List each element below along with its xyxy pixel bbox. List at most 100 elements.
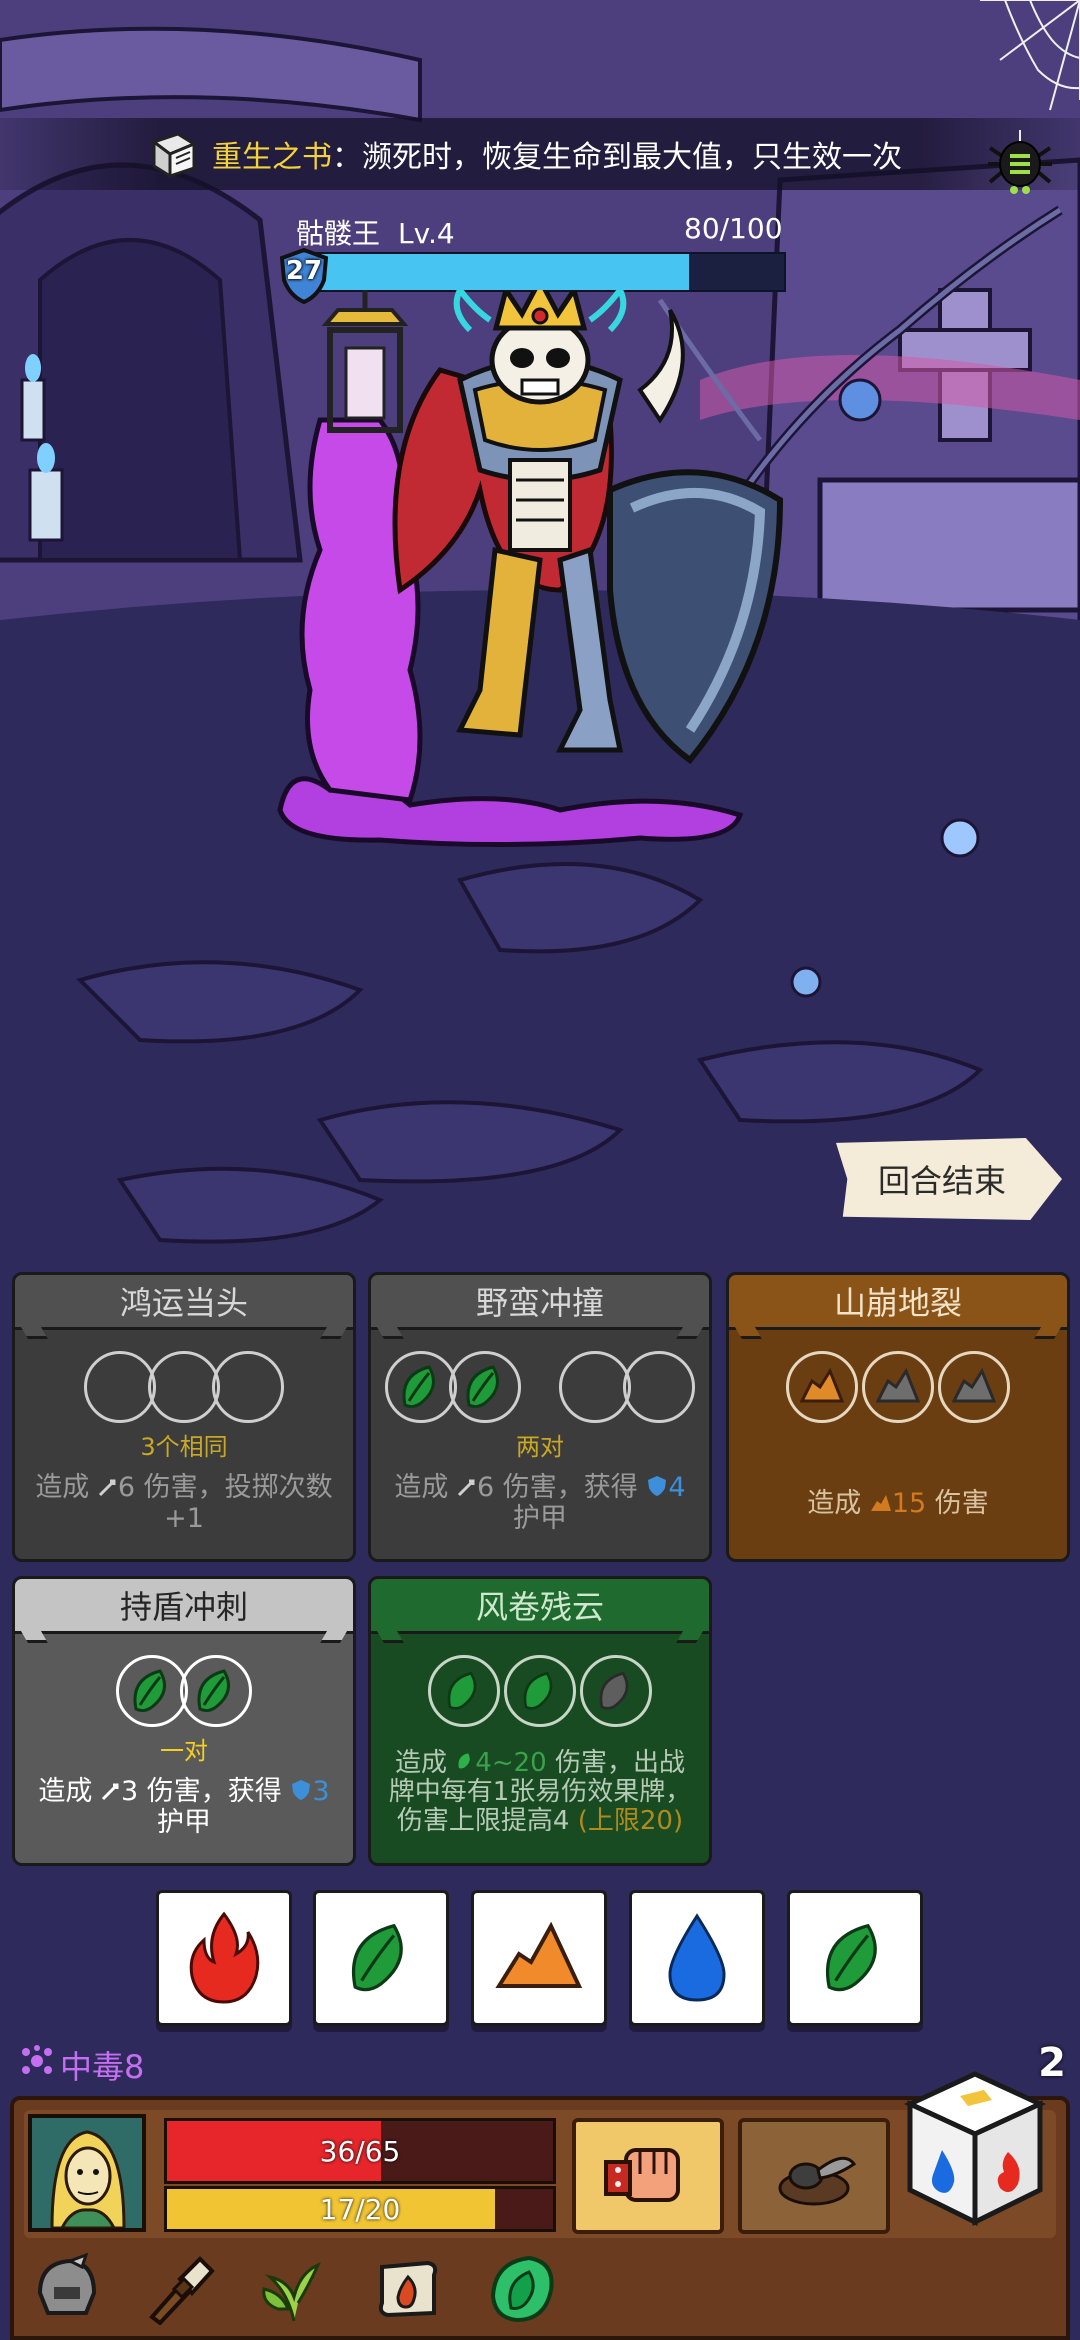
dice-slot[interactable] <box>559 1351 631 1423</box>
player-hp-text: 36/65 <box>319 2134 401 2168</box>
skill-card-landslide[interactable]: 山崩地裂 造成 15 伤害 <box>726 1272 1070 1562</box>
end-turn-button[interactable]: 回合结束 <box>836 1138 1062 1220</box>
herb-icon <box>262 2262 322 2322</box>
relic-inventory <box>14 2246 714 2332</box>
card-description: 造成 15 伤害 <box>741 1489 1055 1520</box>
card-condition: 3个相同 <box>140 1433 228 1461</box>
desc-text: 护甲 <box>513 1502 567 1534</box>
player-portrait[interactable] <box>28 2114 146 2232</box>
scarab-icon <box>778 2156 857 2206</box>
dice-slot[interactable] <box>212 1351 284 1423</box>
dice-slot-rock[interactable] <box>938 1351 1010 1423</box>
leaf-icon <box>455 1749 475 1778</box>
leaf-icon <box>133 1669 166 1713</box>
die-leaf[interactable] <box>787 1890 923 2026</box>
desc-damage: 3 <box>121 1776 139 1807</box>
rock-icon <box>800 1367 844 1403</box>
dice-slot-leaf[interactable] <box>428 1655 500 1727</box>
dice-slots <box>729 1351 1067 1423</box>
sword-icon <box>101 1778 121 1808</box>
desc-text: 伤害，获得 <box>494 1472 647 1503</box>
leaf-icon <box>197 1669 230 1713</box>
desc-text: 造成 <box>38 1776 102 1807</box>
die-rock[interactable] <box>471 1890 607 2026</box>
torch-icon <box>149 2256 215 2325</box>
leaf-icon <box>466 1365 499 1409</box>
leaf-icon <box>523 1671 553 1710</box>
card-title: 鸿运当头 <box>12 1272 356 1330</box>
card-description: 造成 6 伤害，投掷次数+1 <box>27 1473 341 1534</box>
dice-slot-filled[interactable] <box>116 1655 188 1727</box>
player-hp-bar: 36/65 <box>164 2118 556 2184</box>
skill-card-lucky[interactable]: 鸿运当头 3个相同 造成 6 伤害，投掷次数+1 <box>12 1272 356 1562</box>
dice-slot-leaf[interactable] <box>504 1655 576 1727</box>
leaf-orb-icon <box>490 2255 554 2323</box>
poison-icon <box>20 2044 54 2086</box>
enemy-hp-bar <box>308 252 786 292</box>
skill-card-charge[interactable]: 野蛮冲撞 两对 造成 6 伤害，获得 4 护甲 <box>368 1272 712 1562</box>
scroll-fire-icon <box>378 2260 438 2318</box>
dice-slots <box>15 1655 353 1727</box>
dice-slot-rock[interactable] <box>786 1351 858 1423</box>
card-title: 野蛮冲撞 <box>368 1272 712 1330</box>
rock-icon <box>495 1921 583 1988</box>
relic-banner[interactable]: 重生之书：濒死时，恢复生命到最大值，只生效一次 <box>0 118 1080 190</box>
desc-text: 护甲 <box>157 1806 211 1838</box>
dice-slots <box>371 1351 709 1423</box>
enemy-hp-fill <box>310 254 690 290</box>
desc-cap: (上限20) <box>577 1806 684 1836</box>
leaf-icon <box>599 1671 629 1710</box>
dice-slot-rock[interactable] <box>862 1351 934 1423</box>
card-title: 风卷残云 <box>368 1576 712 1634</box>
desc-text: 伤害 <box>926 1488 989 1519</box>
leaf-orb-relic[interactable] <box>480 2246 564 2332</box>
fist-icon <box>604 2148 680 2202</box>
scarab-ability-button[interactable] <box>738 2118 890 2234</box>
herb-relic[interactable] <box>252 2246 336 2332</box>
dice-slot-filled[interactable] <box>385 1351 457 1423</box>
desc-armor: 3 <box>312 1776 330 1807</box>
skill-card-shield-dash[interactable]: 持盾冲刺 一对 造成 3 伤害，获得 3 护甲 <box>12 1576 356 1866</box>
relic-name: 重生之书 <box>212 140 332 175</box>
sword-icon <box>457 1474 477 1504</box>
dice-slot[interactable] <box>148 1351 220 1423</box>
dice-slot-filled[interactable] <box>180 1655 252 1727</box>
roll-die-button[interactable] <box>900 2068 1050 2228</box>
dice-icon <box>904 2071 1046 2227</box>
armor-icon <box>290 1778 312 1808</box>
poison-status[interactable]: 中毒8 <box>20 2042 144 2088</box>
desc-text: 伤害，获得 <box>138 1776 291 1807</box>
die-fire[interactable] <box>156 1890 292 2026</box>
skeleton-king-enemy[interactable] <box>260 274 820 850</box>
enemy-hp-text: 80/100 <box>684 212 783 245</box>
helmet-relic[interactable] <box>24 2246 108 2332</box>
scroll-relic[interactable] <box>366 2246 450 2332</box>
leaf-icon <box>447 1671 477 1710</box>
die-leaf[interactable] <box>313 1890 449 2026</box>
fist-ability-button[interactable] <box>572 2118 724 2234</box>
dice-slot-leaf[interactable] <box>580 1655 652 1727</box>
desc-damage: 4~20 <box>475 1748 547 1778</box>
dice-slots <box>15 1351 353 1423</box>
desc-damage: 15 <box>891 1488 927 1519</box>
desc-text: 造成 <box>395 1748 456 1778</box>
dice-slot-filled[interactable] <box>449 1351 521 1423</box>
rock-icon <box>876 1367 920 1403</box>
card-title: 山崩地裂 <box>726 1272 1070 1330</box>
spider-menu-icon[interactable] <box>988 130 1052 200</box>
player-energy-bar: 17/20 <box>164 2186 556 2232</box>
desc-damage: 6 <box>477 1472 495 1503</box>
enemy-shield-value: 27 <box>285 256 323 286</box>
dice-slot[interactable] <box>623 1351 695 1423</box>
card-description: 造成 4~20 伤害，出战牌中每有1张易伤效果牌，伤害上限提高4 (上限20) <box>383 1749 697 1836</box>
relic-description: 濒死时，恢复生命到最大值，只生效一次 <box>362 140 902 175</box>
enemy-name-text: 骷髅王 <box>296 217 381 250</box>
fire-icon <box>189 1911 260 2004</box>
card-description: 造成 6 伤害，获得 4 护甲 <box>383 1473 697 1534</box>
rock-icon <box>952 1367 996 1403</box>
die-water[interactable] <box>629 1890 765 2026</box>
skill-card-whirlwind[interactable]: 风卷残云 造成 4~20 伤害，出战牌中每有1张易伤效果牌，伤害上限提高4 (上… <box>368 1576 712 1866</box>
torch-relic[interactable] <box>138 2246 222 2332</box>
spider-web-icon <box>960 0 1080 120</box>
dice-slot[interactable] <box>84 1351 156 1423</box>
